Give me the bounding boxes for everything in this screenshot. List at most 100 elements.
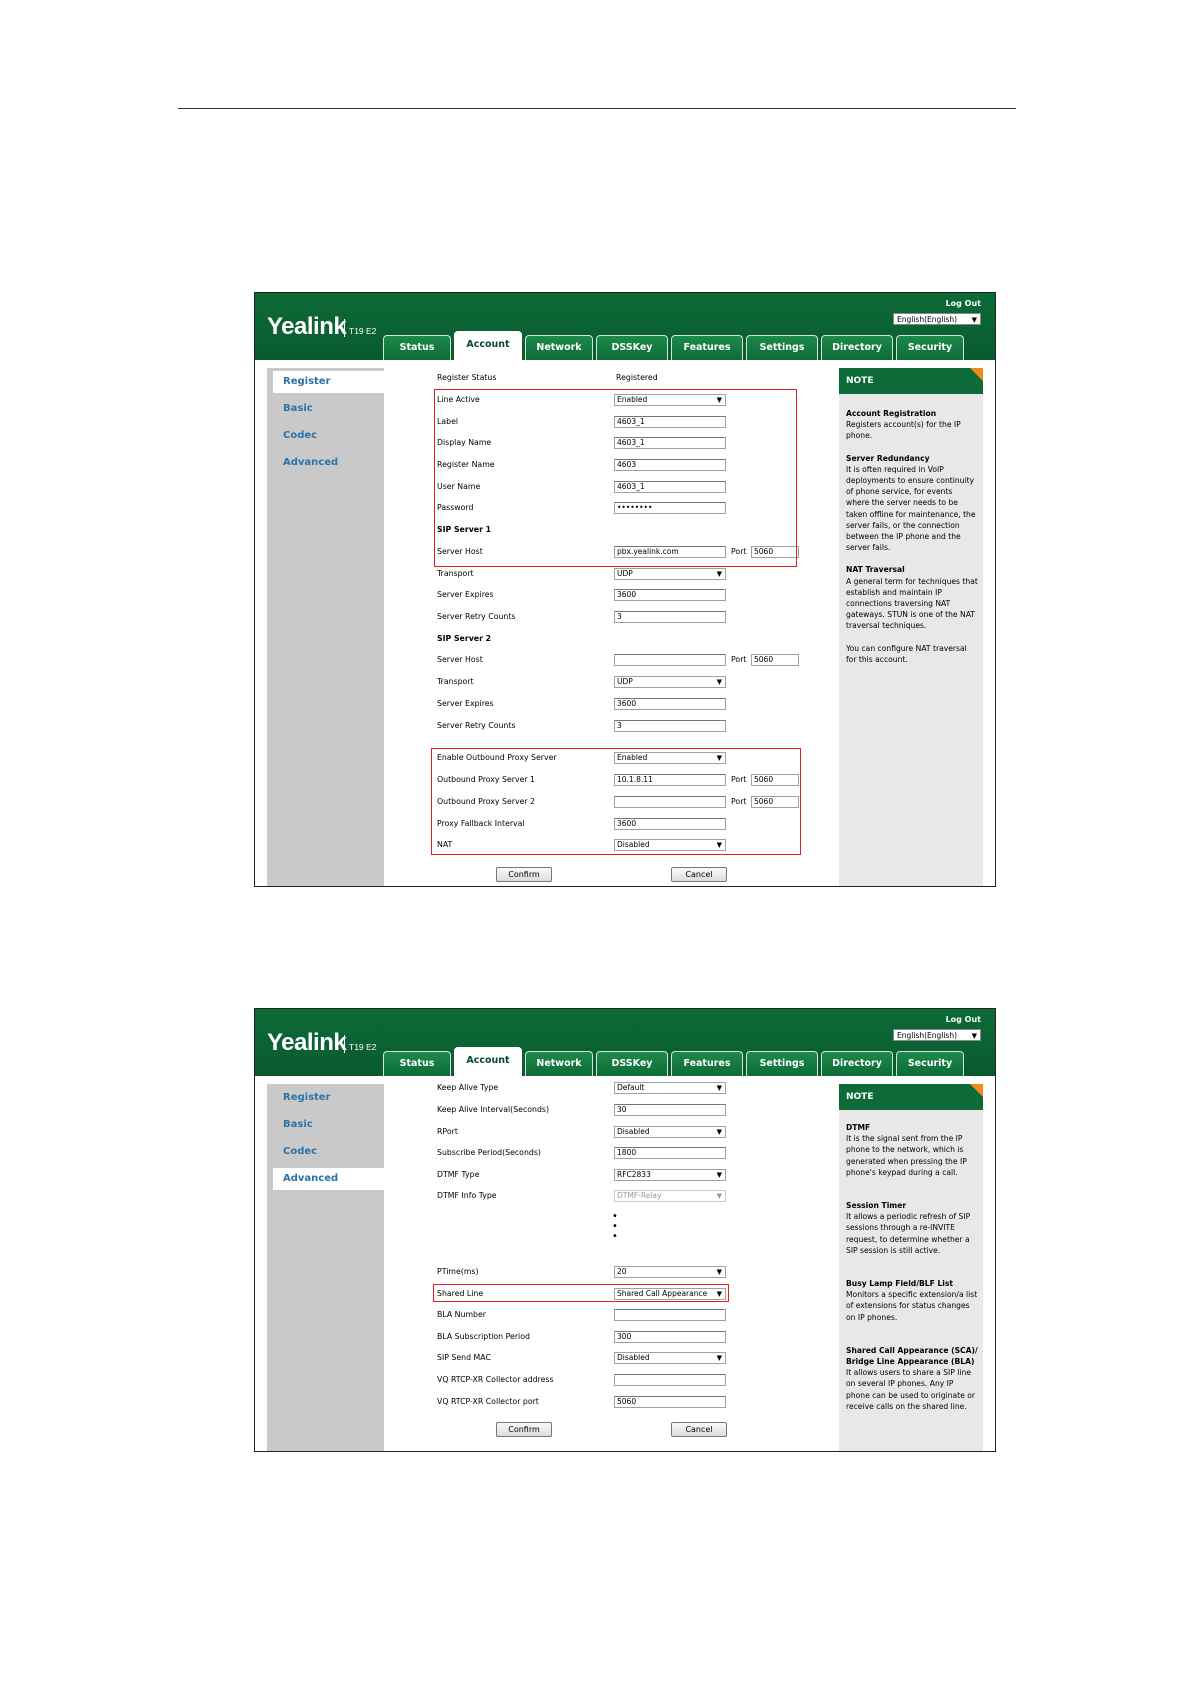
bla-number-input[interactable] [614,1309,726,1321]
ellipsis-dot: • [612,1231,618,1242]
vq-addr-row: VQ RTCP-XR Collector address [437,1373,807,1387]
s2-host-row: Server Host Port 5060 [437,653,807,667]
rport-select[interactable]: Disabled ▼ [614,1126,726,1138]
tab-directory[interactable]: Directory [821,1051,893,1076]
model-label: T19 E2 [349,1042,377,1052]
sidebar-item-basic[interactable]: Basic [273,1114,384,1136]
vq-port-input[interactable]: 5060 [614,1396,726,1408]
tab-features[interactable]: Features [671,335,743,360]
cancel-button[interactable]: Cancel [671,1422,727,1437]
keep-alive-type-select[interactable]: Default ▼ [614,1082,726,1094]
sip-send-mac-row: SIP Send MAC Disabled ▼ [437,1351,807,1365]
tab-account[interactable]: Account [454,1047,522,1076]
bla-sub-period-input[interactable]: 300 [614,1331,726,1343]
sip-send-mac-select[interactable]: Disabled ▼ [614,1352,726,1364]
s2-transport-select[interactable]: UDP ▼ [614,676,726,688]
sidebar-item-register[interactable]: Register [273,1087,384,1109]
chevron-down-icon: ▼ [971,316,977,324]
dtmf-type-label: DTMF Type [437,1170,480,1179]
s1-retry-label: Server Retry Counts [437,612,516,621]
tab-status[interactable]: Status [383,1051,451,1076]
cancel-button[interactable]: Cancel [671,867,727,882]
dtmf-info-type-select[interactable]: DTMF-Relay ▼ [614,1190,726,1202]
keep-alive-interval-input[interactable]: 30 [614,1104,726,1116]
confirm-button[interactable]: Confirm [496,867,552,882]
tab-settings[interactable]: Settings [746,335,818,360]
s1-expires-label: Server Expires [437,590,494,599]
s2-transport-row: Transport UDP ▼ [437,675,807,689]
note-text: It is often required in VoIP deployments… [846,464,976,553]
tab-account[interactable]: Account [454,331,522,360]
register-status-label: Register Status [437,373,497,382]
logout-link[interactable]: Log Out [946,299,981,308]
s1-transport-row: Transport UDP ▼ [437,567,807,581]
tab-features[interactable]: Features [671,1051,743,1076]
sidebar-item-advanced[interactable]: Advanced [273,1168,384,1190]
tab-status[interactable]: Status [383,335,451,360]
s2-port-label: Port [731,655,747,664]
sidebar-item-codec[interactable]: Codec [273,425,384,447]
note-heading: DTMF [846,1123,871,1132]
tab-settings[interactable]: Settings [746,1051,818,1076]
language-select[interactable]: English(English) ▼ [893,313,981,325]
s2-host-input[interactable] [614,654,726,666]
logo-divider [344,1035,345,1053]
note-corner-icon [970,368,983,381]
vq-port-row: VQ RTCP-XR Collector port 5060 [437,1395,807,1409]
register-status-value: Registered [616,373,658,382]
ptime-select[interactable]: 20 ▼ [614,1266,726,1278]
sidebar-item-register[interactable]: Register [273,371,384,393]
confirm-button[interactable]: Confirm [496,1422,552,1437]
note-panel: NOTE Account Registration Registers accou… [839,368,983,886]
subscribe-period-input[interactable]: 1800 [614,1147,726,1159]
s2-transport-value: UDP [617,677,633,686]
s2-expires-input[interactable]: 3600 [614,698,726,710]
chevron-down-icon: ▼ [716,1084,722,1092]
top-header: Yealink T19 E2 Log Out English(English) ▼… [255,1009,995,1076]
vq-port-label: VQ RTCP-XR Collector port [437,1397,539,1406]
note-text: It is the signal sent from the IP phone … [846,1134,967,1177]
ptime-row: PTime(ms) 20 ▼ [437,1265,807,1279]
dtmf-type-value: RFC2833 [617,1170,651,1179]
logout-link[interactable]: Log Out [946,1015,981,1024]
note-text: Monitors a specific extension/a list of … [846,1290,978,1322]
note-heading: Server Redundancy [846,453,930,463]
s2-port-input[interactable]: 5060 [751,654,799,666]
vq-addr-input[interactable] [614,1374,726,1386]
model-label: T19 E2 [349,326,377,336]
language-select[interactable]: English(English) ▼ [893,1029,981,1041]
note-text: A general term for techniques that estab… [846,576,978,631]
note-panel: NOTE DTMF It is the signal sent from the … [839,1084,983,1451]
s1-expires-input[interactable]: 3600 [614,589,726,601]
note-item: Shared Call Appearance (SCA)/ Bridge Lin… [846,1345,978,1412]
chevron-down-icon: ▼ [716,1354,722,1362]
language-value: English(English) [897,1031,958,1040]
tab-network[interactable]: Network [525,335,593,360]
note-body: Account Registration Registers account(s)… [846,408,978,676]
note-item: Busy Lamp Field/BLF List Monitors a speci… [846,1278,978,1323]
tab-directory[interactable]: Directory [821,335,893,360]
s1-transport-value: UDP [617,569,633,578]
register-screenshot: Yealink T19 E2 Log Out English(English) ▼… [254,292,996,887]
sidebar: Register Basic Codec Advanced [267,368,384,886]
dtmf-info-type-label: DTMF Info Type [437,1191,497,1200]
dtmf-type-select[interactable]: RFC2833 ▼ [614,1169,726,1181]
tab-dsskey[interactable]: DSSKey [596,1051,668,1076]
s1-transport-select[interactable]: UDP ▼ [614,568,726,580]
yealink-logo: Yealink [267,313,347,340]
chevron-down-icon: ▼ [716,678,722,686]
sidebar-item-codec[interactable]: Codec [273,1141,384,1163]
s2-retry-input[interactable]: 3 [614,720,726,732]
keep-alive-type-label: Keep Alive Type [437,1083,499,1092]
bla-number-row: BLA Number [437,1308,807,1322]
tab-dsskey[interactable]: DSSKey [596,335,668,360]
tab-security[interactable]: Security [896,335,964,360]
ptime-label: PTime(ms) [437,1267,479,1276]
chevron-down-icon: ▼ [971,1032,977,1040]
rport-row: RPort Disabled ▼ [437,1125,807,1139]
tab-security[interactable]: Security [896,1051,964,1076]
tab-network[interactable]: Network [525,1051,593,1076]
sidebar-item-basic[interactable]: Basic [273,398,384,420]
sidebar-item-advanced[interactable]: Advanced [273,452,384,474]
s1-retry-input[interactable]: 3 [614,611,726,623]
